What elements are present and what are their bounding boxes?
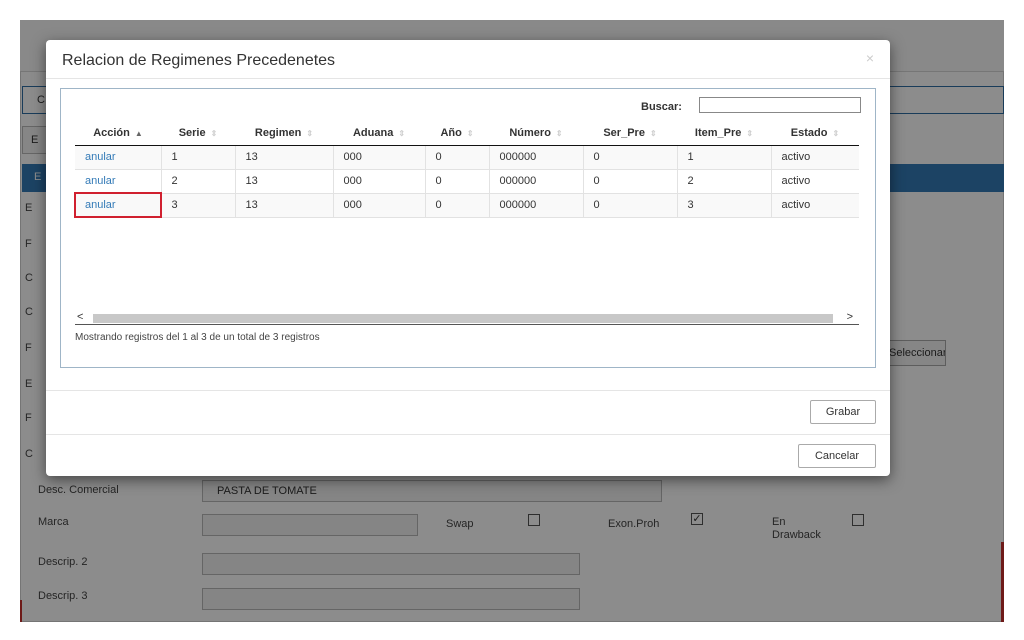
anular-link[interactable]: anular [85,199,116,211]
regimenes-table: Acción ▲ Serie ⇕ Regimen ⇕ Aduana ⇕ Año ⇕ Núm… [74,121,859,218]
sort-icon: ⇕ [210,128,218,138]
scrollbar-thumb[interactable] [93,314,833,323]
table-cell: 000000 [488,193,583,218]
table-cell: 0 [582,193,677,218]
table-cell: activo [770,193,859,218]
anular-link[interactable]: anular [85,151,116,163]
sort-icon: ⇕ [555,128,563,138]
table-cell: activo [770,169,859,194]
table-cell: 000 [332,193,425,218]
table-cell: 13 [234,193,333,218]
table-cell: 13 [234,169,333,194]
sort-icon: ⇕ [398,128,406,138]
table-cell: 1 [676,145,771,170]
scroll-left-icon[interactable]: < [77,311,83,323]
search-input[interactable] [699,97,861,113]
sort-icon: ⇕ [306,128,314,138]
column-header-ano[interactable]: Año ⇕ [425,121,489,146]
table-cell: 000000 [488,145,583,170]
table-cell: 0 [424,193,489,218]
table-cell: 2 [160,169,235,194]
scroll-right-icon[interactable]: > [847,311,853,323]
table-cell: 2 [676,169,771,194]
anular-cell: anular [75,169,161,194]
table-panel: Buscar: Acción ▲ Serie ⇕ Regimen ⇕ Aduana ⇕ … [60,88,876,368]
divider [46,434,890,435]
sort-icon: ⇕ [466,128,474,138]
table-cell: 3 [676,193,771,218]
regimenes-modal: Relacion de Regimenes Precedenetes × Bus… [46,40,890,476]
column-header-label: Acción [93,126,130,139]
table-cell: 000 [332,169,425,194]
table-cell: activo [770,145,859,170]
table-cell: 3 [160,193,235,218]
table-cell: 0 [424,169,489,194]
close-icon[interactable]: × [866,50,874,66]
table-row: anular 2 13 000 0 000000 0 2 activo [75,169,859,194]
column-header-label: Serie [178,126,206,139]
divider [46,390,890,391]
column-header-item-pre[interactable]: Item_Pre ⇕ [677,121,771,146]
cancelar-button[interactable]: Cancelar [798,444,876,468]
column-header-estado[interactable]: Estado ⇕ [771,121,859,146]
column-header-numero[interactable]: Número ⇕ [489,121,583,146]
column-header-label: Número [509,126,551,139]
table-header-row: Acción ▲ Serie ⇕ Regimen ⇕ Aduana ⇕ Año ⇕ Núm… [75,121,859,146]
table-cell: 13 [234,145,333,170]
column-header-label: Año [440,126,462,139]
column-header-label: Item_Pre [694,126,742,139]
anular-link[interactable]: anular [85,175,116,187]
anular-cell: anular [75,145,161,170]
column-header-serie[interactable]: Serie ⇕ [161,121,235,146]
table-row: anular 3 13 000 0 000000 0 3 activo [74,192,859,218]
table-cell: 000 [332,145,425,170]
column-header-aduana[interactable]: Aduana ⇕ [333,121,425,146]
table-cell: 0 [582,145,677,170]
sort-asc-icon: ▲ [134,128,143,138]
table-cell: 0 [582,169,677,194]
grabar-button[interactable]: Grabar [810,400,876,424]
table-cell: 0 [424,145,489,170]
column-header-label: Ser_Pre [603,126,645,139]
sort-icon: ⇕ [832,128,840,138]
sort-icon: ⇕ [746,128,754,138]
modal-title: Relacion de Regimenes Precedenetes [62,52,336,69]
table-info: Mostrando registros del 1 al 3 de un tot… [75,332,320,343]
table-row: anular 1 13 000 0 000000 0 1 activo [75,145,859,170]
horizontal-scrollbar[interactable]: < > [75,311,859,325]
sort-icon: ⇕ [649,128,657,138]
divider [46,78,890,79]
column-header-label: Estado [790,126,828,139]
search-label: Buscar: [641,101,682,113]
column-header-label: Aduana [352,126,394,139]
column-header-label: Regimen [254,126,302,139]
anular-cell-highlighted: anular [74,192,162,218]
column-header-regimen[interactable]: Regimen ⇕ [235,121,333,146]
table-cell: 1 [160,145,235,170]
table-cell: 000000 [488,169,583,194]
column-header-accion[interactable]: Acción ▲ [75,121,161,146]
column-header-ser-pre[interactable]: Ser_Pre ⇕ [583,121,677,146]
